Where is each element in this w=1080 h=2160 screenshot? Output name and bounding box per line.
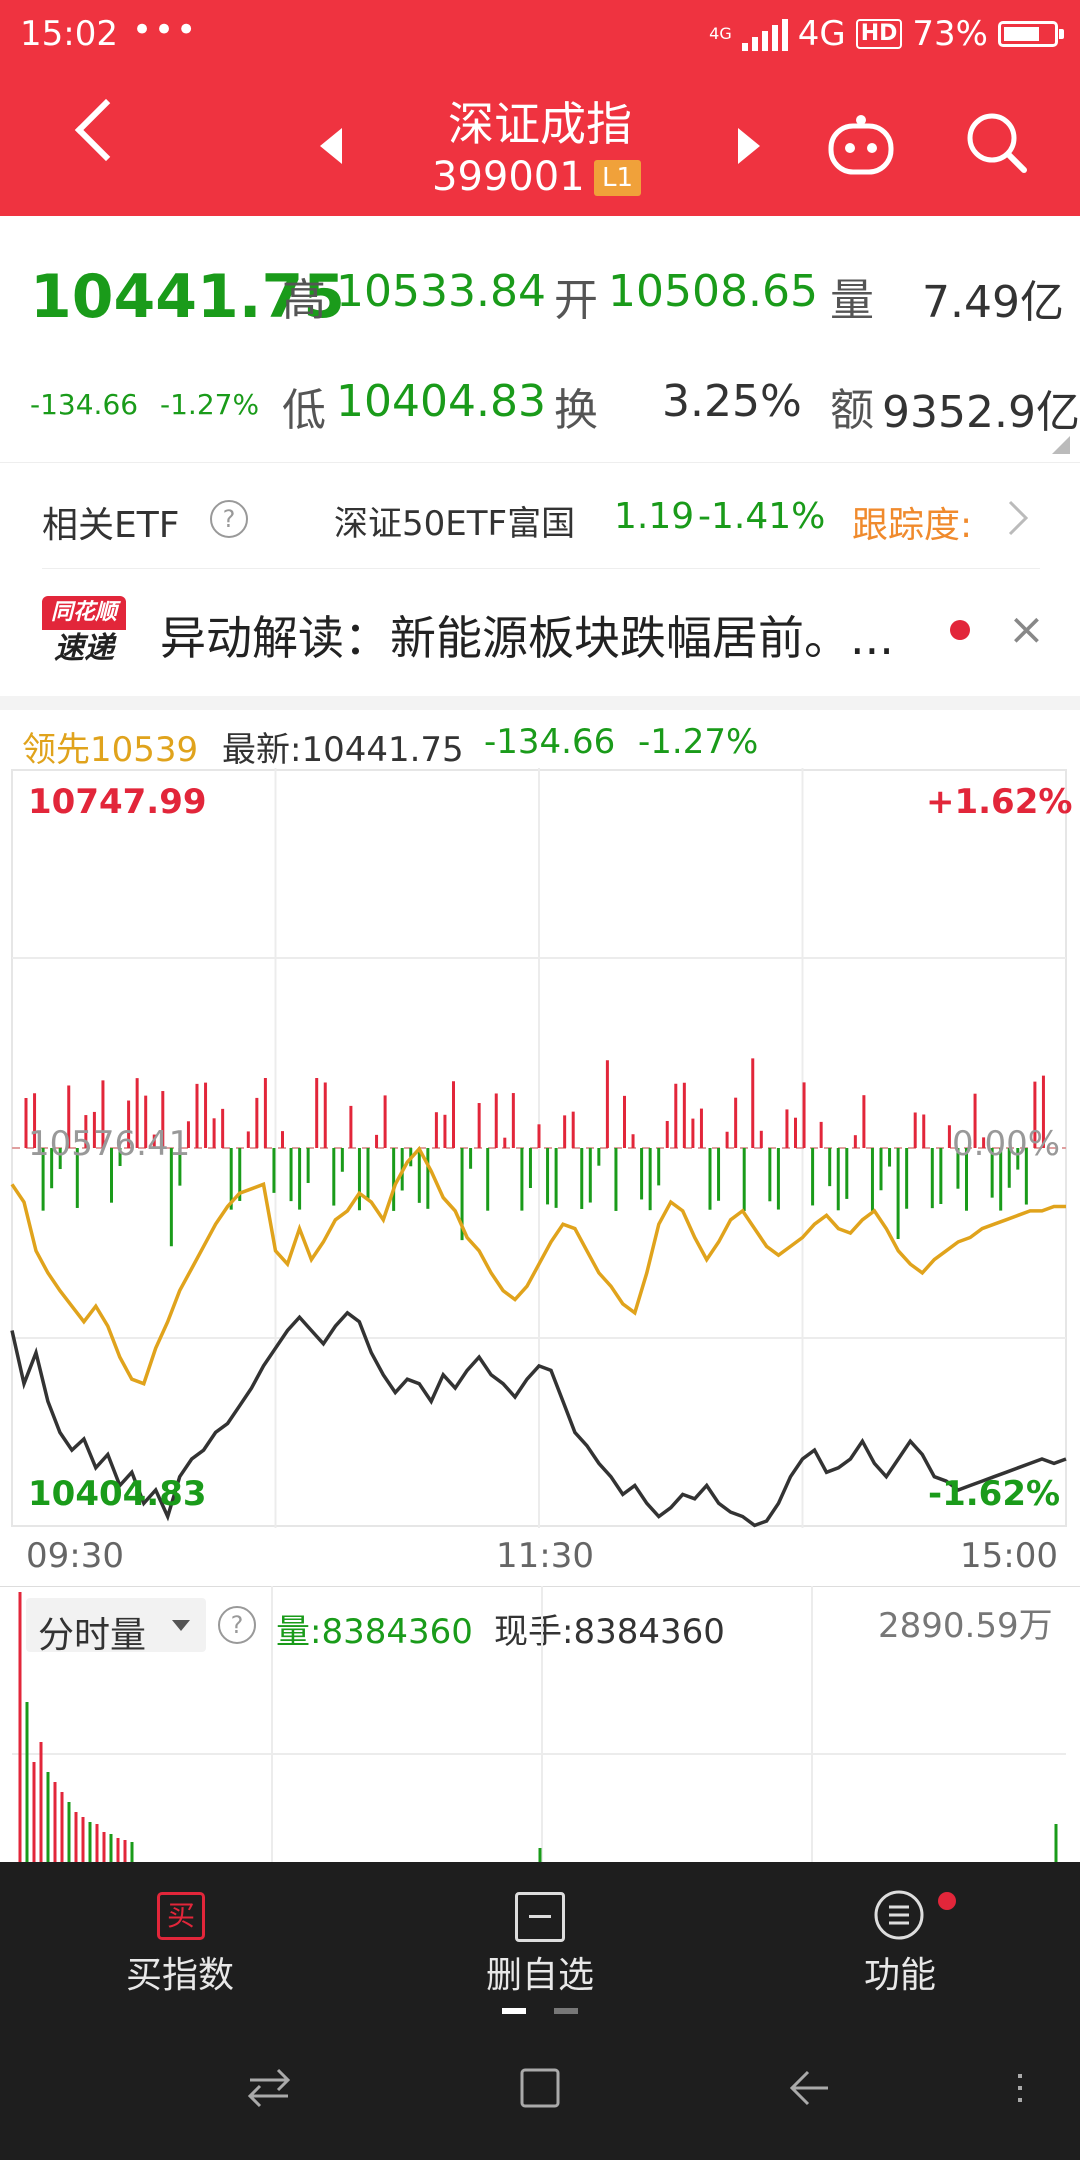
max-price-label: 10747.99 <box>28 782 207 822</box>
robot-icon[interactable] <box>826 114 896 176</box>
expand-corner-icon[interactable] <box>1052 436 1070 454</box>
status-time: 15:02 <box>20 14 118 54</box>
back-icon[interactable] <box>786 2066 832 2110</box>
network-label: 4G <box>797 14 846 54</box>
low-value: 10404.83 <box>336 376 546 427</box>
lead-value: 领先10539 <box>22 730 199 770</box>
min-pct-label: -1.62% <box>928 1474 1061 1514</box>
open-value: 10508.65 <box>608 266 818 317</box>
etf-track-label: 跟踪度: <box>852 505 973 546</box>
network-small-label: 4G <box>709 24 732 43</box>
function-label: 功能 <box>863 1955 936 1996</box>
low-label: 低 <box>282 385 326 436</box>
time-label-end: 15:00 <box>960 1536 1058 1576</box>
close-icon[interactable]: × <box>1008 604 1045 655</box>
chart-change: -134.66 <box>484 722 616 762</box>
function-menu-icon <box>874 1890 924 1940</box>
ths-news-logo: 同花顺 速递 <box>42 596 126 668</box>
volume-label: 量 <box>830 275 874 326</box>
bottom-nav: 买 买指数 删自选 功能 <box>0 1862 1080 2160</box>
etf-label: 相关ETF <box>42 505 180 546</box>
home-icon[interactable] <box>518 2066 562 2110</box>
amount-label: 额 <box>830 385 874 436</box>
volume-chart <box>12 1586 1066 1862</box>
high-label: 高 <box>282 275 326 326</box>
battery-percent: 73% <box>912 14 988 54</box>
max-pct-label: +1.62% <box>926 782 1073 822</box>
unread-dot <box>950 620 970 640</box>
min-price-label: 10404.83 <box>28 1474 207 1514</box>
open-label: 开 <box>554 275 598 326</box>
time-label-mid: 11:30 <box>496 1536 594 1576</box>
menu-icon[interactable] <box>1010 2068 1030 2108</box>
hd-badge: HD <box>855 19 903 49</box>
logo-bottom-text: 速递 <box>54 631 114 666</box>
remove-watch-label: 删自选 <box>485 1955 594 1996</box>
help-icon[interactable]: ? <box>210 500 248 538</box>
logo-top-text: 同花顺 <box>42 596 126 630</box>
next-stock-icon[interactable] <box>738 128 760 164</box>
page-title: 深证成指 <box>448 97 632 151</box>
remove-watch-icon <box>515 1892 565 1942</box>
switch-icon[interactable] <box>246 2066 292 2110</box>
chart-change-pct: -1.27% <box>638 722 759 762</box>
status-bar: 15:02 ••• 4G 4G HD 73% <box>0 0 1080 72</box>
level-badge: L1 <box>594 160 642 196</box>
search-icon[interactable] <box>964 110 1030 176</box>
amount-value: 9352.9亿 <box>882 387 1080 438</box>
etf-name[interactable]: 深证50ETF富国 <box>334 496 575 545</box>
battery-icon <box>998 21 1064 47</box>
mid-pct-label: 0.00% <box>952 1124 1061 1164</box>
notification-dot <box>938 1892 956 1910</box>
status-dots: ••• <box>132 10 199 50</box>
signal-icon <box>741 17 788 51</box>
etf-price: 1.19 <box>614 496 695 537</box>
turnover-value: 3.25% <box>662 376 802 427</box>
etf-pct: -1.41% <box>698 496 826 537</box>
turnover-label: 换 <box>554 385 598 436</box>
price-change-pct: -1.27% <box>160 388 260 421</box>
time-label-start: 09:30 <box>26 1536 124 1576</box>
latest-value: 最新:10441.75 <box>222 730 464 770</box>
page-indicator <box>554 2008 578 2014</box>
volume-value: 7.49亿 <box>922 277 1064 328</box>
buy-icon: 买 <box>157 1892 205 1940</box>
top-header: 15:02 ••• 4G 4G HD 73% 深证成指 399001 L1 <box>0 0 1080 216</box>
stock-code: 399001 <box>432 154 585 200</box>
price-change: -134.66 <box>30 388 139 421</box>
buy-index-label: 买指数 <box>125 1955 234 1996</box>
high-value: 10533.84 <box>336 266 546 317</box>
divider-line <box>42 568 1040 569</box>
news-headline[interactable]: 异动解读：新能源板块跌幅居前。... <box>160 602 894 668</box>
section-divider <box>0 696 1080 710</box>
status-right: 4G 4G HD 73% <box>709 14 1064 54</box>
page-indicator-active <box>502 2008 526 2014</box>
mid-price-label: 10576.41 <box>28 1124 191 1164</box>
chevron-right-icon[interactable] <box>1006 498 1030 538</box>
